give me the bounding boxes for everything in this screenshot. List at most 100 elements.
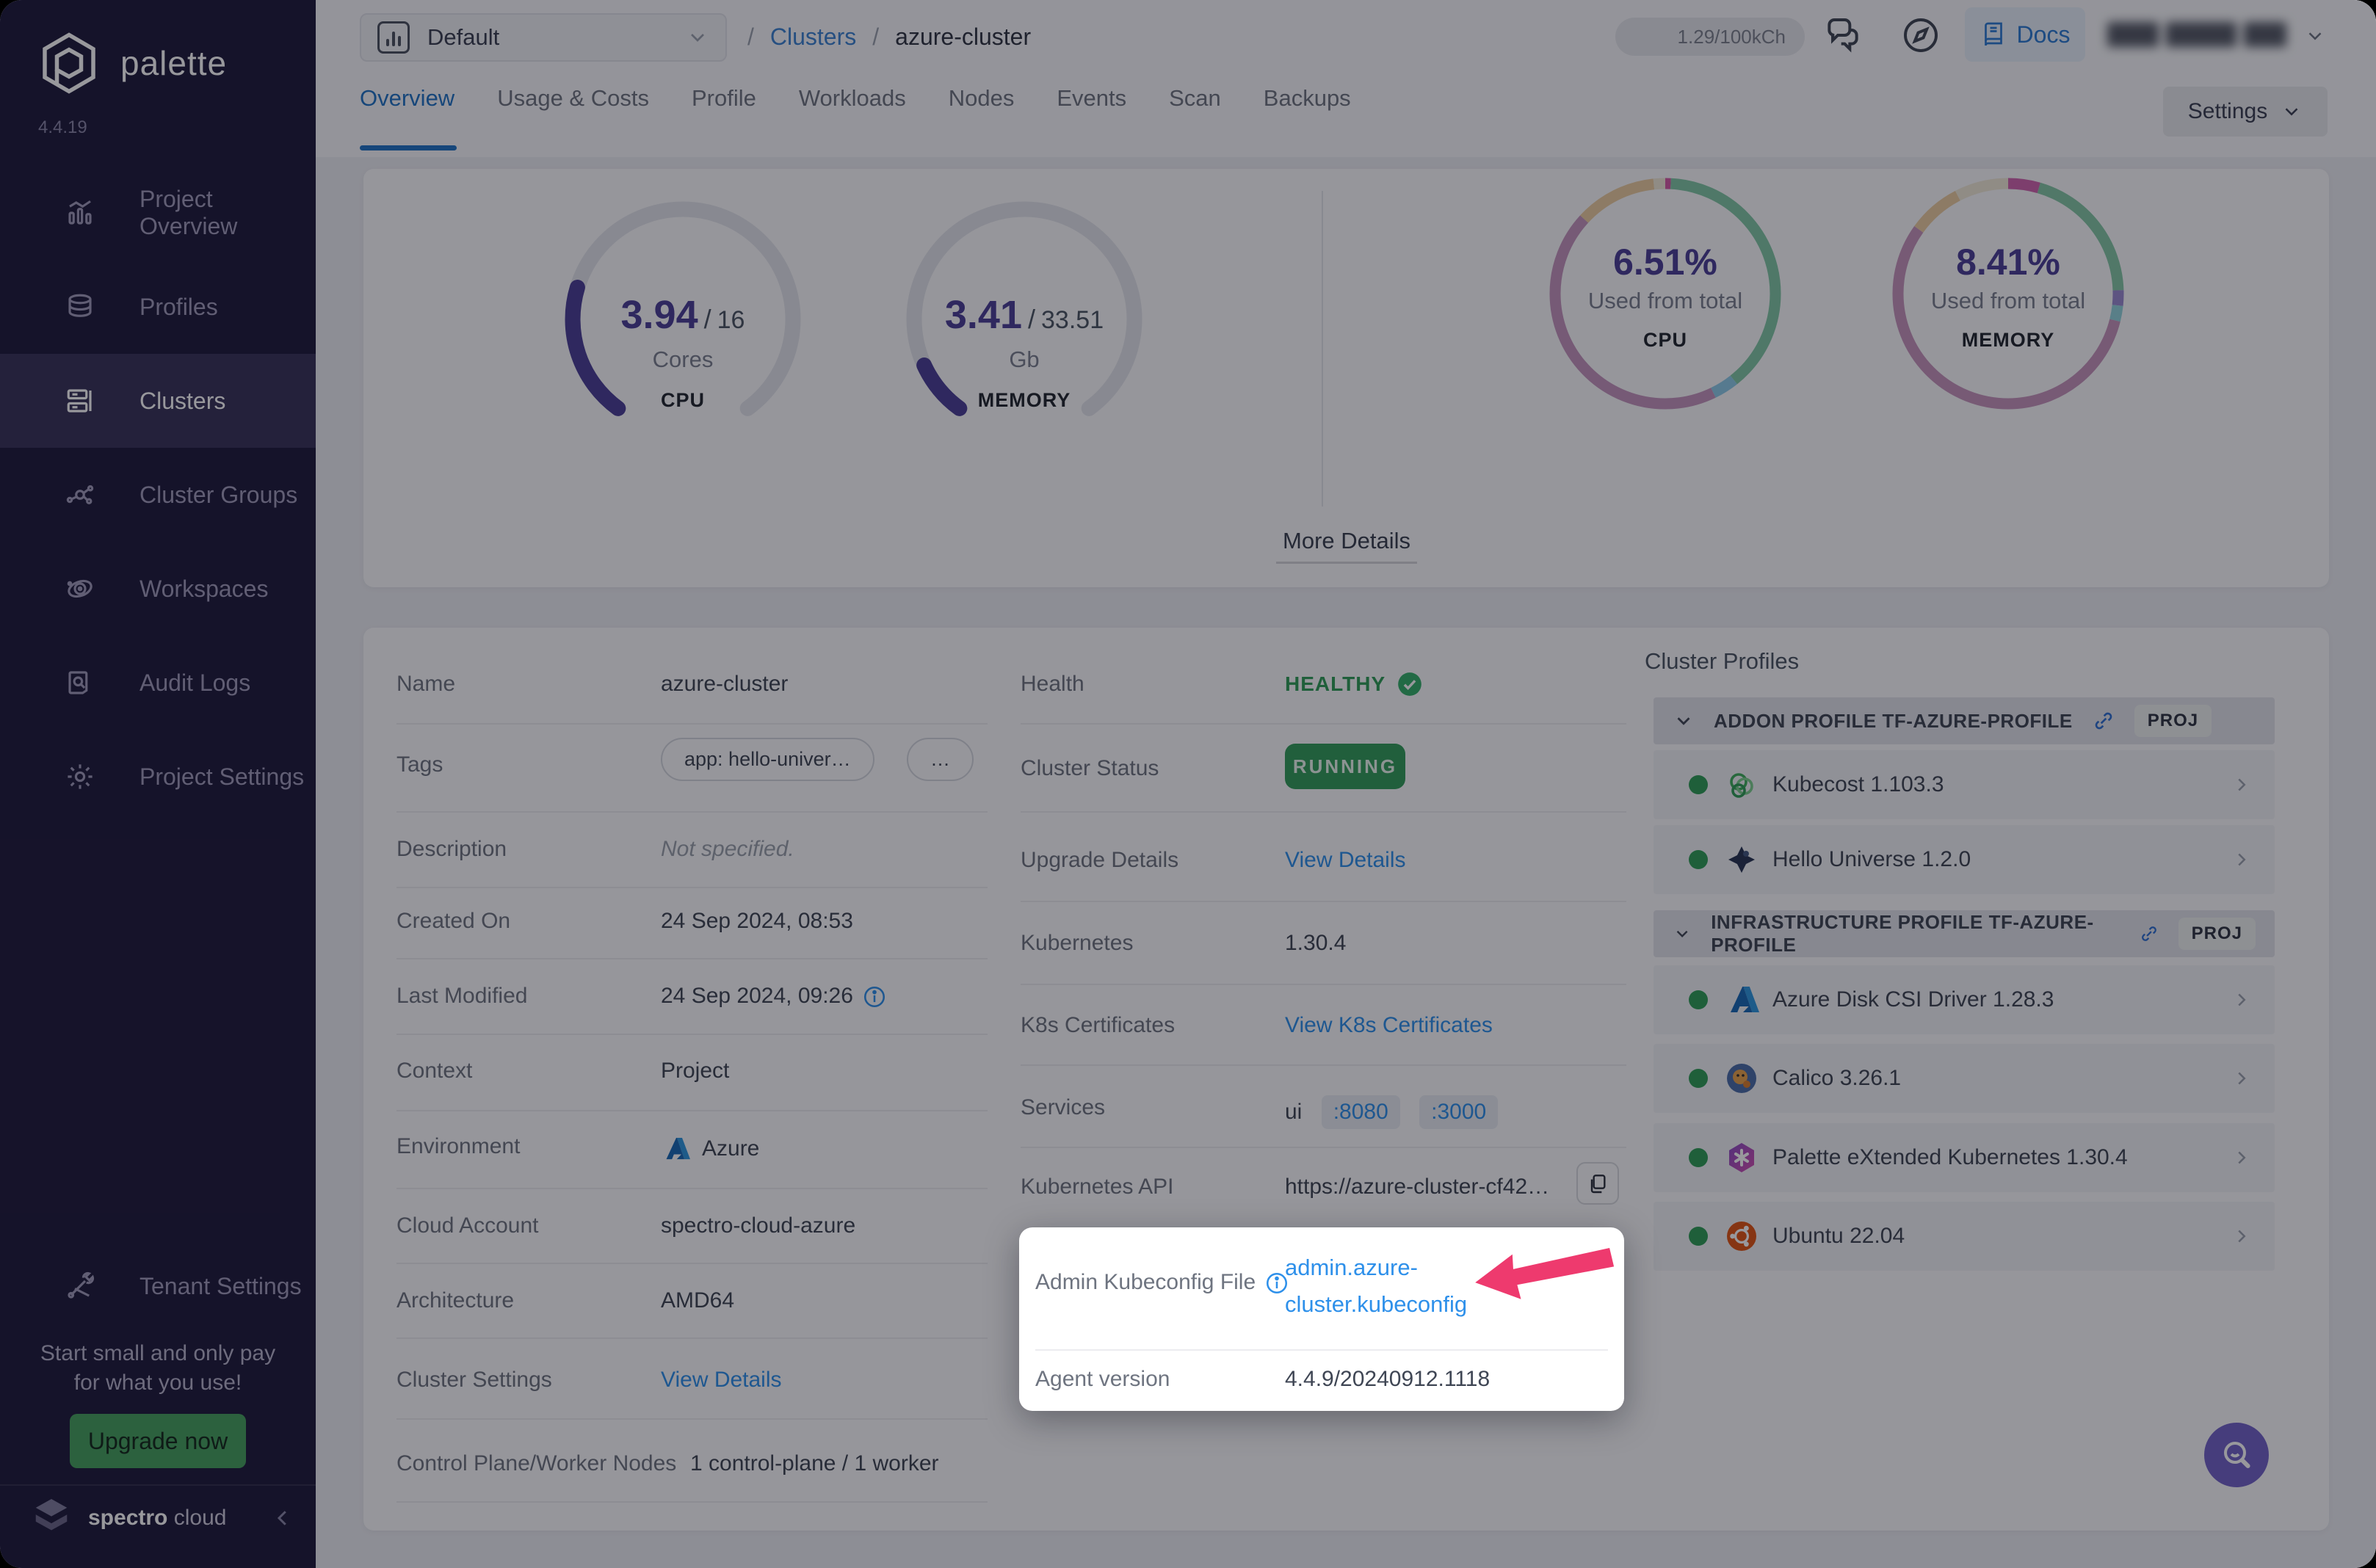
ubuntu-icon: [1724, 1219, 1759, 1254]
kubernetes-api-value: https://azure-cluster-cf42…: [1285, 1175, 1550, 1199]
settings-button[interactable]: Settings: [2163, 87, 2328, 137]
link-icon: [2141, 926, 2156, 941]
more-details-button[interactable]: More Details: [1276, 520, 1417, 564]
profile-item-palette-extended-kubernetes[interactable]: Palette eXtended Kubernetes 1.30.4: [1654, 1123, 2275, 1192]
profile-item-calico[interactable]: Calico 3.26.1: [1654, 1044, 2275, 1113]
row-divider: [396, 1110, 988, 1111]
tab-usage-costs[interactable]: Usage & Costs: [497, 85, 649, 117]
tag-pill[interactable]: app: hello-univer…: [661, 738, 874, 781]
orbit-icon: [67, 579, 93, 598]
sidebar-item-audit-logs[interactable]: Audit Logs: [0, 636, 316, 730]
sidebar-item-cluster-groups[interactable]: Cluster Groups: [0, 448, 316, 542]
network-nodes-icon: [66, 485, 94, 504]
compass-icon[interactable]: [1900, 15, 1941, 56]
sidebar-item-label: Project Overview: [140, 186, 238, 239]
context-value: Project: [661, 1059, 730, 1083]
breadcrumb-clusters-link[interactable]: Clusters: [770, 23, 856, 51]
chevron-right-icon: [2238, 1151, 2246, 1164]
book-icon: [1984, 22, 2002, 46]
upgrade-details-link[interactable]: View Details: [1285, 848, 1406, 873]
sidebar-item-label: Workspaces: [140, 575, 269, 602]
admin-kubeconfig-label: Admin Kubeconfig File: [1035, 1270, 1289, 1296]
row-divider: [1021, 984, 1626, 985]
azure-disk-icon: [1724, 982, 1759, 1017]
service-port-link[interactable]: :8080: [1321, 1095, 1400, 1129]
tags-label: Tags: [396, 752, 443, 777]
profile-item-azure-disk-csi[interactable]: Azure Disk CSI Driver 1.28.3: [1654, 965, 2275, 1034]
tools-icon: [68, 1271, 95, 1299]
cpu-gauge-unit: Cores: [652, 346, 714, 372]
profile-item-kubecost[interactable]: Kubecost 1.103.3: [1654, 750, 2275, 819]
cpu-donut-label: CPU: [1642, 329, 1687, 351]
sidebar-item-profiles[interactable]: Profiles: [0, 260, 316, 354]
status-dot: [1689, 990, 1708, 1009]
addon-profile-header[interactable]: ADDON PROFILE TF-AZURE-PROFILE PROJ: [1654, 697, 2275, 744]
cpu-gauge-value: 3.94/16: [620, 293, 745, 337]
chevron-down-icon: [1676, 930, 1688, 937]
services-value: ui :8080 :3000: [1285, 1095, 1499, 1129]
chat-icon[interactable]: [1822, 15, 1864, 56]
sidebar-nav: Project Overview Profiles Clusters Clust…: [0, 166, 316, 824]
brand-text: spectro cloud: [88, 1506, 227, 1530]
tab-overview[interactable]: Overview: [360, 85, 454, 117]
tab-profile[interactable]: Profile: [692, 85, 756, 117]
sidebar-item-project-overview[interactable]: Project Overview: [0, 166, 316, 260]
sidebar-item-label: Clusters: [140, 387, 226, 414]
row-divider: [396, 1337, 988, 1339]
main-area: Default / Clusters / azure-cluster 1.29/…: [316, 0, 2376, 1568]
tab-scan[interactable]: Scan: [1169, 85, 1221, 117]
copy-api-url-button[interactable]: [1576, 1162, 1619, 1205]
memory-donut-caption: Used from total: [1930, 288, 2086, 313]
project-selector[interactable]: Default: [360, 13, 727, 62]
upgrade-details-label: Upgrade Details: [1021, 848, 1179, 872]
info-icon[interactable]: [862, 984, 887, 1009]
tab-backups[interactable]: Backups: [1264, 85, 1351, 117]
status-dot: [1689, 1069, 1708, 1088]
tag-overflow-pill[interactable]: …: [907, 738, 974, 781]
cpu-gauge-label: CPU: [660, 389, 705, 411]
memory-gauge-value: 3.41/33.51: [944, 293, 1104, 337]
docs-label: Docs: [2016, 21, 2071, 48]
sidebar-item-workspaces[interactable]: Workspaces: [0, 542, 316, 636]
status-dot: [1689, 775, 1708, 794]
user-menu-chevron-icon[interactable]: [2304, 25, 2326, 47]
tab-nodes[interactable]: Nodes: [949, 85, 1015, 117]
upgrade-promo-text: Start small and only pay for what you us…: [40, 1341, 276, 1395]
service-port-link[interactable]: :3000: [1419, 1095, 1499, 1129]
k8s-certificates-link[interactable]: View K8s Certificates: [1285, 1013, 1493, 1038]
sidebar-item-tenant-settings[interactable]: Tenant Settings: [0, 1239, 316, 1333]
user-name-redacted[interactable]: [2107, 16, 2286, 53]
description-label: Description: [396, 837, 507, 861]
cloud-account-value: spectro-cloud-azure: [661, 1213, 856, 1238]
callout-arrow: [1475, 1247, 1615, 1299]
chevron-right-icon: [2238, 1230, 2246, 1243]
chevron-down-icon: [2285, 108, 2298, 116]
sidebar-item-label: Profiles: [140, 293, 218, 320]
service-name: ui: [1285, 1100, 1303, 1124]
infrastructure-profile-header[interactable]: INFRASTRUCTURE PROFILE TF-AZURE-PROFILE …: [1654, 910, 2275, 957]
breadcrumb-separator: /: [872, 23, 880, 50]
collapse-sidebar-icon[interactable]: [272, 1507, 294, 1529]
sidebar-item-clusters[interactable]: Clusters: [0, 354, 316, 448]
cluster-tabs: Overview Usage & Costs Profile Workloads…: [360, 85, 1351, 117]
doc-search-icon: [68, 671, 88, 694]
search-smile-icon: [2224, 1442, 2250, 1468]
nodes-label: Control Plane/Worker Nodes: [396, 1451, 677, 1476]
tab-events[interactable]: Events: [1057, 85, 1126, 117]
cluster-details-card: Name azure-cluster Tags app: hello-unive…: [363, 628, 2329, 1531]
name-label: Name: [396, 672, 456, 696]
tab-workloads[interactable]: Workloads: [799, 85, 906, 117]
sidebar-item-project-settings[interactable]: Project Settings: [0, 730, 316, 824]
docs-button[interactable]: Docs: [1965, 7, 2085, 62]
profile-item-hello-universe[interactable]: Hello Universe 1.2.0: [1654, 825, 2275, 894]
upgrade-now-button[interactable]: Upgrade now: [70, 1414, 246, 1468]
environment-value: Azure: [661, 1134, 759, 1164]
profile-section-title: INFRASTRUCTURE PROFILE TF-AZURE-PROFILE: [1711, 911, 2094, 956]
server-icon: [67, 389, 92, 413]
assistant-search-button[interactable]: [2204, 1423, 2269, 1487]
profile-item-ubuntu[interactable]: Ubuntu 22.04: [1654, 1202, 2275, 1271]
palette-logo-icon: [43, 32, 95, 94]
architecture-label: Architecture: [396, 1288, 515, 1313]
kubernetes-value: 1.30.4: [1285, 931, 1347, 955]
cluster-settings-link[interactable]: View Details: [661, 1368, 782, 1393]
